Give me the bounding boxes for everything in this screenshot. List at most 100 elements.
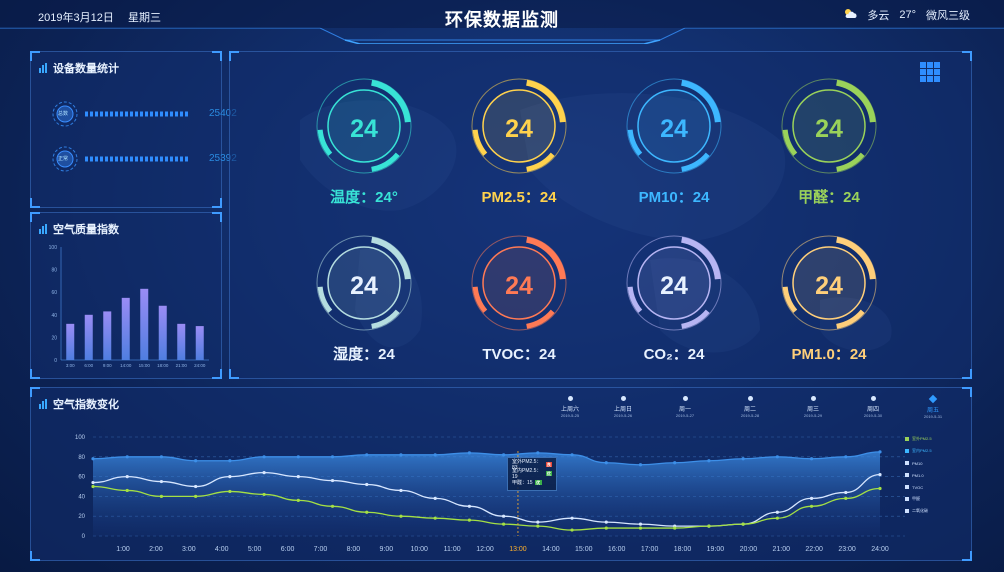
gauge-label: 温度：24° [330, 189, 398, 206]
gauge-5: 24 TVOC：24 [469, 233, 579, 383]
timeline-date: 2019-5-29 [803, 413, 823, 418]
legend-item[interactable]: 室内PM2.5 [905, 445, 932, 457]
gauge-3: 24 甲醛：24 [779, 76, 889, 226]
tooltip-badge: 优 [545, 471, 552, 476]
legend-label: 室内PM2.5 [912, 448, 932, 453]
legend-item[interactable]: 室外PM2.5 [905, 433, 932, 445]
bar-y-tick: 80 [51, 268, 57, 274]
tooltip-row: 室内PM2.5：19 优 [512, 468, 552, 480]
bar-x-tick: 6:00 [84, 363, 93, 368]
legend-item[interactable]: TVOC [905, 481, 932, 493]
gauge-7: 24 PM1.0：24 [779, 233, 889, 383]
header-weekday: 星期三 [128, 12, 161, 24]
grid-menu-icon[interactable] [920, 62, 940, 82]
timeline-item[interactable]: 周四 2019-5-30 [848, 396, 898, 418]
timeline-date: 2019-5-27 [675, 413, 695, 418]
gauge-label: PM1.0：24 [791, 346, 867, 363]
device-normal-row: 正常 25392 [49, 144, 237, 174]
gauge-6: 24 CO₂：24 [624, 233, 734, 383]
timeline-item[interactable]: 上周六 2019-5-25 [545, 396, 595, 418]
timeline-dot [928, 394, 938, 404]
legend-item[interactable]: PM10 [905, 457, 932, 469]
temperature-text: 27° [899, 9, 916, 21]
timeline-date: 2019-5-28 [740, 413, 760, 418]
timeline-date: 2019-5-26 [613, 413, 633, 418]
bar-x-tick: 21:00 [176, 363, 188, 368]
timeline-item[interactable]: 周一 2019-5-27 [660, 396, 710, 418]
bar [140, 288, 149, 360]
bar-y-tick: 100 [49, 245, 58, 251]
device-stats-title: 设备数量统计 [39, 60, 119, 76]
legend-swatch [905, 497, 909, 501]
bar [103, 311, 112, 360]
bar-x-tick: 14:00 [120, 363, 132, 368]
legend-label: 二氧化碳 [912, 508, 928, 513]
legend-swatch [905, 473, 909, 477]
timeline-item[interactable]: 周五 2019-5-31 [908, 394, 958, 419]
gauge-0: 24 温度：24° [314, 76, 424, 226]
timeline-dot [620, 396, 626, 401]
timeline-day: 周一 [678, 407, 691, 413]
timeline-date: 2019-5-30 [863, 413, 883, 418]
gauge-value: 24 [815, 115, 843, 143]
bar-x-tick: 24:00 [194, 363, 206, 368]
legend-label: PM10 [912, 460, 923, 466]
device-normal-icon-label: 正常 [58, 156, 69, 162]
gauge-label: 甲醛：24 [798, 189, 860, 206]
bar [177, 323, 186, 360]
bar-chart-icon [39, 63, 47, 73]
timeline-day: 上周日 [613, 407, 632, 413]
bar-y-tick: 60 [51, 290, 57, 296]
legend-item[interactable]: 甲醛 [905, 493, 932, 505]
trend-title: 空气指数变化 [39, 396, 119, 412]
legend-swatch [905, 461, 909, 465]
header-date: 2019年3月12日 [38, 12, 114, 24]
legend-swatch [905, 509, 909, 513]
bar-y-tick: 20 [51, 335, 57, 341]
legend-swatch [905, 449, 909, 453]
timeline-item[interactable]: 周二 2019-5-28 [725, 396, 775, 418]
gauge-value: 24 [350, 272, 378, 300]
gauge-label: CO₂：24 [643, 346, 705, 363]
tooltip-row: 甲醛：15 优 [512, 480, 542, 486]
timeline-dot [870, 396, 876, 401]
chart-legend: 室外PM2.5 室内PM2.5 PM10 PM1.0 TVOC 甲醛二氧化碳 [905, 433, 932, 517]
chart-tooltip: 室外PM2.5：83 良 室内PM2.5：19 优 甲醛：15 优 [507, 457, 557, 491]
wind-text: 微风三级 [926, 10, 970, 22]
legend-item[interactable]: 二氧化碳 [905, 505, 932, 517]
gauge-value: 24 [660, 272, 688, 300]
bar [84, 314, 93, 360]
device-stats-panel: 设备数量统计 总数 25402 正常 25392 [30, 51, 237, 208]
gauge-value: 24 [505, 272, 533, 300]
timeline-item[interactable]: 上周日 2019-5-26 [598, 396, 648, 418]
timeline-dot [567, 396, 573, 401]
page-title: 环保数据监测 [445, 10, 559, 30]
timeline-day: 周五 [926, 408, 939, 414]
bar [195, 326, 204, 360]
bar-y-tick: 40 [51, 313, 57, 319]
weather-info: 多云 27° 微风三级 [843, 7, 970, 23]
gauge-1: 24 PM2.5：24 [469, 76, 579, 226]
gauge-label: PM10：24 [638, 189, 710, 206]
gauge-label: 湿度：24 [333, 346, 395, 363]
gauge-value: 24 [505, 115, 533, 143]
tooltip-badge: 良 [545, 462, 552, 467]
legend-item[interactable]: PM1.0 [905, 469, 932, 481]
gauge-2: 24 PM10：24 [624, 76, 734, 226]
legend-label: 室外PM2.5 [912, 436, 932, 441]
timeline-item[interactable]: 周三 2019-5-29 [788, 396, 838, 418]
device-total-graphic [52, 101, 189, 127]
legend-label: TVOC [912, 484, 924, 490]
timeline-day: 周二 [743, 407, 756, 413]
timeline-day: 周三 [806, 407, 819, 413]
device-normal-graphic [52, 146, 189, 172]
timeline-dot [810, 396, 816, 401]
bar [66, 323, 75, 360]
partly-cloudy-icon [843, 8, 857, 22]
device-total-row: 总数 25402 [49, 99, 237, 129]
legend-swatch [905, 485, 909, 489]
bar-y-tick: 0 [54, 358, 57, 364]
gauge-value: 24 [350, 115, 378, 143]
timeline-date: 2019-5-31 [923, 414, 943, 419]
bar [121, 297, 130, 360]
